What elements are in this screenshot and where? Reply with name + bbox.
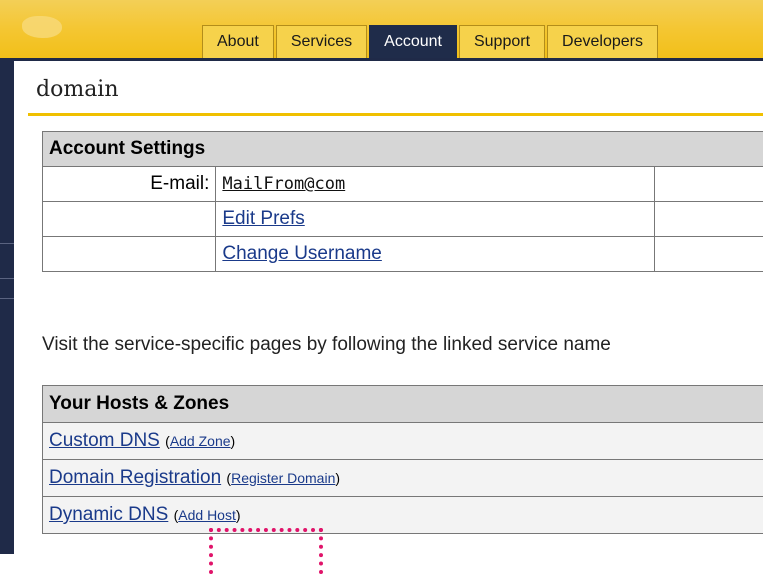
empty-cell [654, 166, 763, 202]
paren-close: ) [235, 507, 241, 523]
account-settings-heading: Account Settings [42, 131, 763, 167]
table-row: Domain Registration (Register Domain) [42, 459, 763, 497]
edit-prefs-link[interactable]: Edit Prefs [222, 208, 304, 229]
custom-dns-link[interactable]: Custom DNS [49, 430, 160, 451]
tab-about[interactable]: About [202, 25, 274, 58]
edit-prefs-cell: Edit Prefs [215, 201, 656, 237]
main-nav-tabs: About Services Account Support Developer… [202, 25, 660, 59]
page-title: domain [36, 77, 119, 102]
frame-divider [0, 298, 14, 299]
site-logo[interactable] [22, 16, 62, 38]
table-row: Dynamic DNS (Add Host) [42, 496, 763, 534]
highlight-annotation-box [209, 528, 323, 574]
email-link[interactable]: MailFrom@com [222, 174, 345, 194]
register-domain-link[interactable]: Register Domain [231, 470, 335, 486]
paren-close: ) [335, 470, 341, 486]
empty-cell [654, 201, 763, 237]
empty-cell [41, 236, 217, 272]
table-row: E-mail: MailFrom@com [41, 166, 763, 202]
table-row: Change Username [41, 236, 763, 272]
frame-divider [0, 278, 14, 279]
change-username-cell: Change Username [215, 236, 656, 272]
content-panel: domain Account Settings E-mail: MailFrom… [14, 58, 763, 557]
hosts-zones-table: Your Hosts & Zones Custom DNS (Add Zone)… [42, 385, 763, 534]
empty-cell [654, 236, 763, 272]
change-username-link[interactable]: Change Username [222, 243, 381, 264]
account-settings-table: Account Settings E-mail: MailFrom@com Ed… [41, 131, 763, 272]
domain-registration-link[interactable]: Domain Registration [49, 467, 221, 488]
frame-divider [0, 243, 14, 244]
dynamic-dns-row: Dynamic DNS (Add Host) [42, 496, 763, 534]
paren-close: ) [230, 433, 236, 449]
hosts-zones-heading: Your Hosts & Zones [42, 385, 763, 423]
tab-developers[interactable]: Developers [547, 25, 658, 58]
tab-services[interactable]: Services [275, 25, 368, 58]
page-bottom-margin [0, 554, 763, 574]
custom-dns-row: Custom DNS (Add Zone) [42, 422, 763, 460]
domain-registration-row: Domain Registration (Register Domain) [42, 459, 763, 497]
table-row: Custom DNS (Add Zone) [42, 422, 763, 460]
email-cell: MailFrom@com [215, 166, 656, 202]
left-frame [0, 58, 14, 574]
empty-cell [41, 201, 217, 237]
tab-support[interactable]: Support [458, 25, 546, 58]
tab-account[interactable]: Account [369, 25, 457, 58]
add-zone-link[interactable]: Add Zone [170, 433, 231, 449]
email-label: E-mail: [41, 166, 217, 202]
title-divider [28, 113, 763, 116]
add-host-link[interactable]: Add Host [178, 507, 236, 523]
site-header: About Services Account Support Developer… [0, 0, 763, 58]
instructions-text: Visit the service-specific pages by foll… [42, 334, 611, 355]
table-row: Edit Prefs [41, 201, 763, 237]
dynamic-dns-link[interactable]: Dynamic DNS [49, 504, 168, 525]
